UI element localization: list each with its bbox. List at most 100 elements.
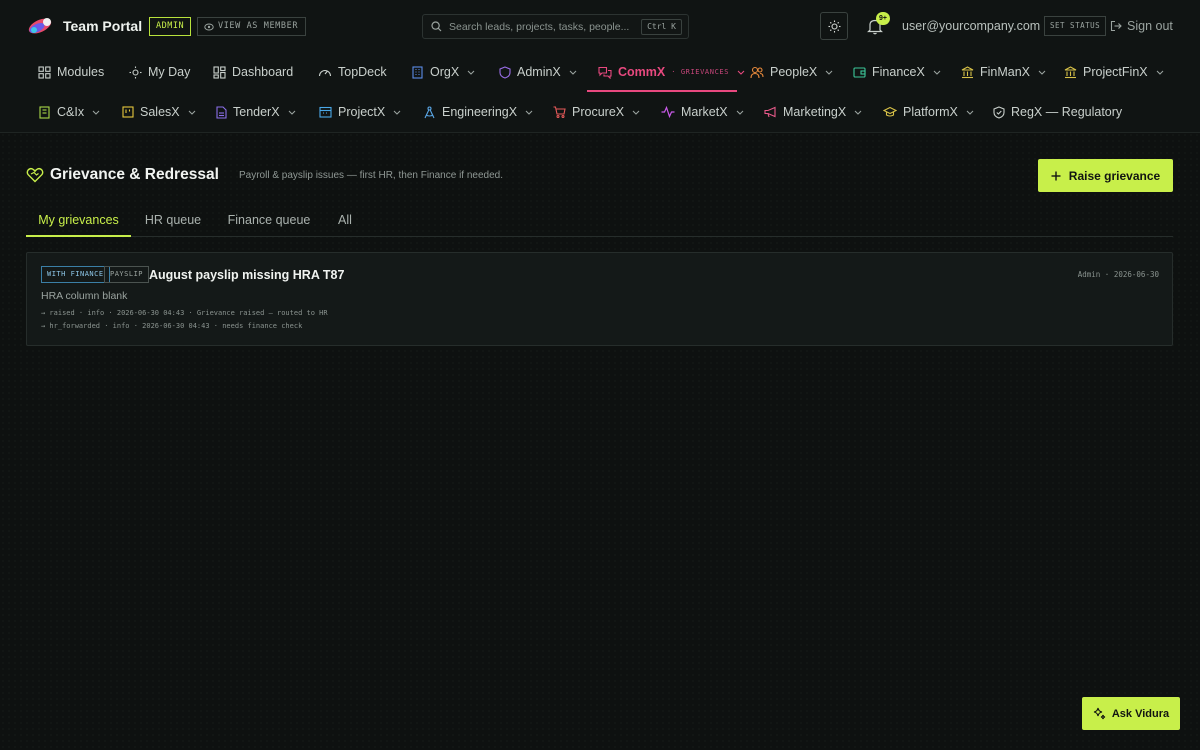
document-icon: [216, 105, 227, 119]
chevron-down-icon: [525, 110, 533, 115]
nav-item-label: CommX: [618, 65, 666, 79]
chevron-down-icon: [92, 110, 100, 115]
nav-item-dashboard[interactable]: Dashboard: [213, 52, 293, 92]
tab-all[interactable]: All: [332, 204, 358, 237]
nav-item-orgx[interactable]: OrgX: [411, 52, 475, 92]
dashboard-icon: [213, 65, 226, 79]
chevron-down-icon: [1038, 70, 1046, 75]
nav-item-modules[interactable]: Modules: [38, 52, 104, 92]
nav-item-cix[interactable]: C&Ix: [38, 92, 100, 132]
grievance-title[interactable]: August payslip missing HRA T87: [149, 268, 344, 282]
nav-item-regx[interactable]: RegX — Regulatory: [993, 92, 1122, 132]
grievance-meta: Admin · 2026-06-30: [1077, 270, 1159, 279]
grievance-trail-entry: → hr_forwarded · info · 2026-06-30 04:43…: [41, 322, 303, 330]
tab-my-grievances[interactable]: My grievances: [26, 204, 131, 237]
app-header: Team Portal ADMIN VIEW AS MEMBER Search …: [0, 0, 1200, 133]
nav-item-financex[interactable]: FinanceX: [853, 52, 941, 92]
calendar-icon: [319, 106, 332, 118]
sign-out-button[interactable]: Sign out: [1110, 19, 1173, 33]
brand-logo-icon[interactable]: [26, 16, 54, 36]
nav-item-label: AdminX: [517, 65, 561, 79]
nav-item-marketingx[interactable]: MarketingX: [764, 92, 862, 132]
chevron-down-icon: [736, 110, 743, 115]
nav-item-commx[interactable]: CommX · GRIEVANCES: [598, 52, 745, 92]
raise-grievance-button[interactable]: Raise grievance: [1038, 159, 1173, 192]
nav-item-adminx[interactable]: AdminX: [499, 52, 577, 92]
nav-item-label: Dashboard: [232, 65, 294, 79]
chevron-down-icon: [854, 110, 862, 115]
nav-item-marketx[interactable]: MarketX: [661, 92, 744, 132]
nav-item-label: ProjectX: [338, 105, 386, 119]
heart-handshake-icon: [26, 166, 44, 184]
compass-icon: [424, 105, 435, 118]
nav-item-projectx[interactable]: ProjectX: [319, 92, 401, 132]
chevron-down-icon: [933, 70, 941, 75]
grid-icon: [38, 65, 51, 79]
nav-item-label: MarketX: [681, 105, 728, 119]
bank-icon: [961, 65, 974, 78]
raise-grievance-label: Raise grievance: [1068, 168, 1161, 183]
nav-item-engineeringx[interactable]: EngineeringX: [423, 92, 533, 132]
sign-out-label: Sign out: [1127, 19, 1173, 33]
search-shortcut: Ctrl K: [641, 19, 682, 35]
nav-item-label: ProcureX: [572, 105, 625, 119]
role-badge: ADMIN: [149, 17, 192, 36]
kanban-icon: [122, 106, 134, 118]
nav-item-topdeck[interactable]: TopDeck: [318, 52, 387, 92]
building-icon: [412, 65, 423, 79]
page-subtitle: Payroll & payslip issues — first HR, the…: [239, 170, 504, 181]
shield-check-icon: [993, 105, 1005, 119]
graduation-icon: [883, 106, 897, 117]
eye-icon: [204, 23, 214, 30]
nav-item-label: MarketingX: [783, 105, 847, 119]
set-status-button[interactable]: SET STATUS: [1044, 16, 1107, 36]
grievance-description: HRA column blank: [41, 290, 128, 302]
view-as-member-button[interactable]: VIEW AS MEMBER: [197, 17, 307, 36]
nav-item-sublabel: · GRIEVANCES: [671, 68, 730, 76]
nav-item-label: My Day: [148, 65, 191, 79]
building-icon: [39, 105, 50, 119]
search-input[interactable]: Search leads, projects, tasks, people...…: [422, 14, 689, 39]
chevron-down-icon: [393, 110, 401, 115]
nav-item-label: FinManX: [980, 65, 1031, 79]
wallet-icon: [853, 67, 866, 78]
megaphone-icon: [764, 106, 776, 118]
nav-item-label: PeopleX: [770, 65, 818, 79]
sparkle-icon: [1093, 707, 1105, 720]
theme-toggle-button[interactable]: [820, 12, 848, 40]
chevron-down-icon: [966, 110, 974, 115]
shield-icon: [499, 65, 511, 79]
cart-icon: [553, 106, 566, 118]
nav-item-platformx[interactable]: PlatformX: [883, 92, 974, 132]
chevron-down-icon: [825, 70, 833, 75]
search-icon: [431, 21, 442, 32]
nav-item-procurex[interactable]: ProcureX: [553, 92, 640, 132]
nav-item-label: RegX — Regulatory: [1011, 105, 1123, 119]
nav-item-label: Modules: [57, 65, 105, 79]
nav-item-my-day[interactable]: My Day: [129, 52, 190, 92]
nav-item-tenderx[interactable]: TenderX: [216, 92, 296, 132]
nav-item-label: SalesX: [140, 105, 180, 119]
chat-icon: [598, 66, 612, 79]
nav-item-label: TopDeck: [338, 65, 387, 79]
page-title: Grievance & Redressal: [50, 166, 219, 183]
nav-item-label: FinanceX: [872, 65, 925, 79]
chevron-down-icon: [288, 110, 295, 115]
nav-item-peoplex[interactable]: PeopleX: [750, 52, 833, 92]
grievance-card[interactable]: WITH FINANCE PAYSLIP August payslip miss…: [26, 252, 1173, 346]
nav-item-projectfinx[interactable]: ProjectFinX: [1064, 52, 1164, 92]
tab-finance-queue[interactable]: Finance queue: [221, 204, 317, 237]
chevron-down-icon: [632, 110, 640, 115]
user-email[interactable]: user@yourcompany.com: [902, 19, 1040, 33]
nav-item-label: PlatformX: [903, 105, 958, 119]
brand-name[interactable]: Team Portal: [63, 18, 142, 34]
logout-icon: [1110, 20, 1122, 32]
notification-count-badge: 9+: [876, 12, 890, 25]
tab-hr-queue[interactable]: HR queue: [138, 204, 208, 237]
nav-item-salesx[interactable]: SalesX: [122, 92, 196, 132]
ask-vidura-button[interactable]: Ask Vidura: [1082, 697, 1180, 730]
pulse-icon: [661, 106, 675, 118]
plus-icon: [1051, 171, 1061, 180]
nav-item-finmanx[interactable]: FinManX: [961, 52, 1046, 92]
chevron-down-icon: [188, 110, 195, 115]
